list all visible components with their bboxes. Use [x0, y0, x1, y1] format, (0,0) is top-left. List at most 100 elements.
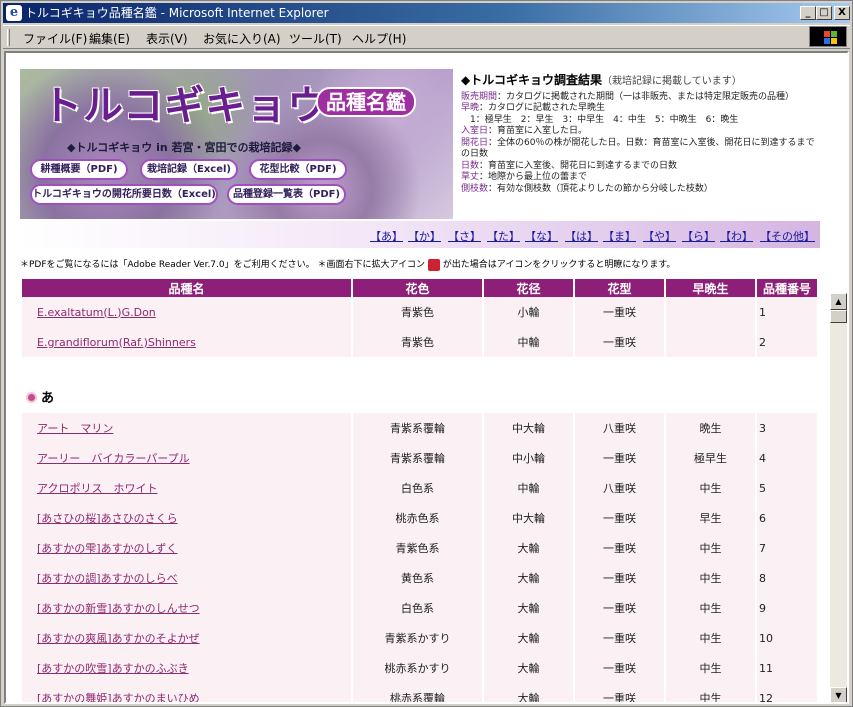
- menu-view[interactable]: 表示(V): [146, 30, 188, 47]
- section-heading-a: あ: [26, 387, 54, 406]
- cell-type: 一重咲: [575, 593, 664, 623]
- cell-color: 桃赤系覆輪: [353, 683, 482, 702]
- cell-size: 大輪: [484, 653, 573, 683]
- cell-number: 8: [757, 563, 817, 593]
- index-link-ka[interactable]: 【か】: [408, 228, 441, 244]
- scroll-down-icon[interactable]: ▼: [830, 687, 847, 702]
- cell-number: 7: [757, 533, 817, 563]
- index-link-ma[interactable]: 【ま】: [603, 228, 636, 244]
- index-link-ra[interactable]: 【ら】: [682, 228, 715, 244]
- variety-list-a: アート マリン 青紫系覆輪 中大輪 八重咲 晩生 3 アーリー バイカラーパープル 青紫系覆輪…: [20, 413, 819, 702]
- variety-link[interactable]: [あすかの調]あすかのしらべ: [22, 563, 351, 593]
- menu-favorites[interactable]: お気に入り(A): [203, 30, 281, 47]
- cell-color: 桃赤系かすり: [353, 653, 482, 683]
- banner-subtitle: ◆トルコギキョウ in 若宮・宮田での栽培記録◆: [67, 141, 301, 154]
- cell-earliness: 中生: [666, 653, 755, 683]
- cell-type: 八重咲: [575, 413, 664, 443]
- cell-color: 青紫系覆輪: [353, 443, 482, 473]
- index-link-wa[interactable]: 【わ】: [720, 228, 753, 244]
- cell-color: 白色系: [353, 473, 482, 503]
- table-row: [あすかの雫]あすかのしずく 青紫色系 大輪 一重咲 中生 7: [22, 533, 817, 563]
- cell-type: 一重咲: [575, 443, 664, 473]
- windows-logo-icon: [809, 26, 847, 47]
- scroll-thumb[interactable]: [830, 310, 847, 323]
- cell-earliness: 中生: [666, 533, 755, 563]
- cell-number: 5: [757, 473, 817, 503]
- kana-index-bar: 【あ】 【か】 【さ】 【た】 【な】 【は】 【ま】 【や】 【ら】 【わ】 …: [20, 221, 820, 248]
- index-link-ta[interactable]: 【た】: [487, 228, 520, 244]
- cell-size: 大輪: [484, 563, 573, 593]
- button-overview-pdf[interactable]: 耕種概要（PDF): [30, 159, 128, 180]
- index-link-a[interactable]: 【あ】: [370, 228, 403, 244]
- index-link-ha[interactable]: 【は】: [565, 228, 598, 244]
- toolbar-grip[interactable]: [7, 29, 10, 46]
- variety-link[interactable]: [あすかの吹雪]あすかのふぶき: [22, 653, 351, 683]
- variety-link[interactable]: [あすかの新雪]あすかのしんせつ: [22, 593, 351, 623]
- page-content: トルコギキョウ 品種名鑑 ◆トルコギキョウ in 若宮・宮田での栽培記録◆ 耕種…: [4, 51, 849, 704]
- legend-item: 1：極早生 2：早生 3：中早生 4：中生 5：中晩生 6：晩生: [470, 114, 739, 125]
- variety-link[interactable]: [あすかの舞姫]あすかのまいひめ: [22, 683, 351, 702]
- minimize-button[interactable]: _: [800, 6, 816, 20]
- button-bloom-days-excel[interactable]: トルコギキョウの開花所要日数（Excel): [30, 184, 218, 205]
- menu-file[interactable]: ファイル(F): [23, 30, 87, 47]
- cell-earliness: 中生: [666, 473, 755, 503]
- table-row: アクロポリス ホワイト 白色系 中輪 八重咲 中生 5: [22, 473, 817, 503]
- button-flower-compare-pdf[interactable]: 花型比較（PDF): [249, 159, 347, 180]
- cell-size: 小輪: [484, 297, 573, 327]
- table-row: [あさひの桜]あさひのさくら 桃赤色系 中大輪 一重咲 早生 6: [22, 503, 817, 533]
- index-link-sa[interactable]: 【さ】: [448, 228, 481, 244]
- cell-number: 10: [757, 623, 817, 653]
- variety-link[interactable]: [あすかの雫]あすかのしずく: [22, 533, 351, 563]
- cell-type: 八重咲: [575, 473, 664, 503]
- cell-number: 9: [757, 593, 817, 623]
- pdf-note: ＊PDFをご覧になるには「Adobe Reader Ver.7.0」をご利用くだ…: [20, 258, 676, 271]
- cell-earliness: [666, 297, 755, 327]
- cell-earliness: 中生: [666, 623, 755, 653]
- cell-number: 12: [757, 683, 817, 702]
- index-link-other[interactable]: 【その他】: [760, 228, 815, 244]
- cell-earliness: 中生: [666, 593, 755, 623]
- menu-tools[interactable]: ツール(T): [289, 30, 342, 47]
- cell-type: 一重咲: [575, 683, 664, 702]
- cell-type: 一重咲: [575, 653, 664, 683]
- cell-size: 中小輪: [484, 443, 573, 473]
- variety-link[interactable]: アクロポリス ホワイト: [22, 473, 351, 503]
- cell-color: 青紫色: [353, 297, 482, 327]
- vertical-scrollbar[interactable]: ▲ ▼: [830, 293, 847, 702]
- survey-heading: ◆トルコギキョウ調査結果: [461, 73, 602, 87]
- table-row: [あすかの新雪]あすかのしんせつ 白色系 大輪 一重咲 中生 9: [22, 593, 817, 623]
- cell-type: 一重咲: [575, 503, 664, 533]
- variety-link[interactable]: E.grandiflorum(Raf.)Shinners: [22, 327, 351, 357]
- cell-number: 11: [757, 653, 817, 683]
- button-records-excel[interactable]: 栽培記録（Excel): [140, 159, 238, 180]
- index-link-na[interactable]: 【な】: [525, 228, 558, 244]
- menu-edit[interactable]: 編集(E): [89, 30, 130, 47]
- cell-earliness: 早生: [666, 503, 755, 533]
- maximize-button[interactable]: □: [816, 6, 832, 20]
- header-banner: トルコギキョウ 品種名鑑 ◆トルコギキョウ in 若宮・宮田での栽培記録◆ 耕種…: [20, 69, 453, 219]
- table-row: E.exaltatum(L.)G.Don 青紫色 小輪 一重咲 1: [22, 297, 817, 327]
- cell-color: 桃赤色系: [353, 503, 482, 533]
- cell-color: 青紫色系: [353, 533, 482, 563]
- legend-item: 入室日：育苗室に入室した日。: [461, 126, 588, 136]
- variety-link[interactable]: [あすかの爽風]あすかのそよかぜ: [22, 623, 351, 653]
- cell-color: 青紫系覆輪: [353, 413, 482, 443]
- cell-color: 青紫色: [353, 327, 482, 357]
- col-type: 花型: [575, 279, 664, 297]
- survey-heading-note: （栽培記録に掲載しています）: [602, 76, 742, 87]
- variety-link[interactable]: アーリー バイカラーパープル: [22, 443, 351, 473]
- table-header-row: 品種名 花色 花径 花型 早晩生 品種番号: [22, 279, 817, 297]
- legend-item: 開花日：全体の60％の株が開花した日。日数：育苗室に入室後、開花日に到達するまで…: [461, 137, 815, 160]
- cell-type: 一重咲: [575, 533, 664, 563]
- cell-size: 中輪: [484, 327, 573, 357]
- col-name: 品種名: [22, 279, 351, 297]
- variety-link[interactable]: E.exaltatum(L.)G.Don: [22, 297, 351, 327]
- button-registration-pdf[interactable]: 品種登録一覧表（PDF): [227, 184, 346, 205]
- index-link-ya[interactable]: 【や】: [643, 228, 676, 244]
- variety-table-header: 品種名 花色 花径 花型 早晩生 品種番号 E.exaltatum(L.)G.D…: [20, 279, 819, 357]
- menu-help[interactable]: ヘルプ(H): [352, 30, 406, 47]
- variety-link[interactable]: [あさひの桜]あさひのさくら: [22, 503, 351, 533]
- close-button[interactable]: X: [834, 6, 850, 20]
- variety-link[interactable]: アート マリン: [22, 413, 351, 443]
- scroll-up-icon[interactable]: ▲: [830, 293, 847, 310]
